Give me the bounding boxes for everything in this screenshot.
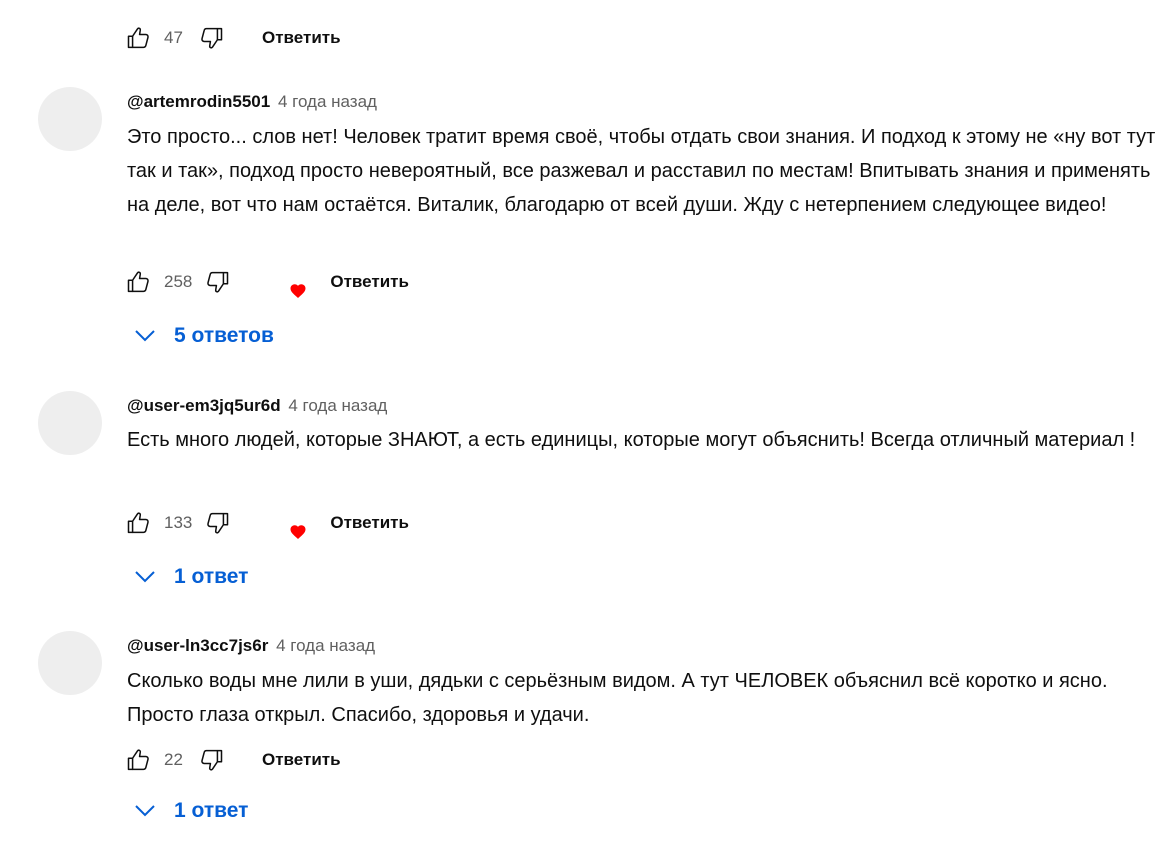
like-button[interactable] [124, 267, 154, 297]
replies-count-label: 1 ответ [174, 799, 249, 822]
replies-count-label: 1 ответ [174, 565, 249, 588]
comment-author[interactable]: @artemrodin5501 [127, 92, 270, 111]
avatar[interactable] [38, 87, 102, 151]
comment-toolbar: 47 Ответить [124, 23, 341, 53]
comment-toolbar: 258 Ответить [124, 267, 409, 297]
dislike-button[interactable] [202, 267, 232, 297]
dislike-button[interactable] [196, 745, 226, 775]
like-button[interactable] [124, 745, 154, 775]
like-button[interactable] [124, 508, 154, 538]
heart-icon [290, 525, 306, 539]
heart-icon [290, 284, 306, 298]
like-count: 133 [164, 513, 193, 532]
like-count: 47 [164, 28, 183, 47]
reply-button[interactable]: Ответить [262, 28, 341, 48]
creator-heart [287, 280, 309, 302]
dislike-button[interactable] [202, 508, 232, 538]
comment-text: Это просто... слов нет! Человек тратит в… [127, 126, 1156, 216]
thumb-up-icon [127, 27, 149, 49]
comment-text: Сколько воды мне лили в уши, дядьки с се… [127, 670, 1108, 726]
dislike-button[interactable] [196, 23, 226, 53]
thumb-down-icon [201, 27, 223, 49]
comment-author[interactable]: @user-ln3cc7js6r [127, 636, 268, 655]
comment-author[interactable]: @user-em3jq5ur6d [127, 396, 281, 415]
like-button[interactable] [124, 23, 154, 53]
comment-header: @user-ln3cc7js6r 4 года назад [127, 636, 375, 656]
reply-button[interactable]: Ответить [330, 272, 409, 292]
reply-button[interactable]: Ответить [262, 750, 341, 770]
avatar[interactable] [38, 631, 102, 695]
comment-toolbar: 22 Ответить [124, 745, 341, 775]
like-count: 22 [164, 750, 183, 769]
comment-text: Есть много людей, которые ЗНАЮТ, а есть … [127, 429, 1136, 451]
comment-header: @artemrodin5501 4 года назад [127, 92, 377, 112]
replies-count-label: 5 ответов [174, 324, 274, 347]
reply-button[interactable]: Ответить [330, 513, 409, 533]
thumb-down-icon [207, 271, 229, 293]
thumb-down-icon [201, 749, 223, 771]
view-replies-button[interactable]: 1 ответ [134, 799, 248, 823]
like-count: 258 [164, 272, 193, 291]
chevron-down-icon [134, 325, 156, 347]
avatar[interactable] [38, 391, 102, 455]
thumb-up-icon [127, 749, 149, 771]
thumb-down-icon [207, 512, 229, 534]
comment-header: @user-em3jq5ur6d 4 года назад [127, 396, 387, 416]
creator-heart [287, 521, 309, 543]
comment-timestamp[interactable]: 4 года назад [278, 92, 377, 111]
comment-timestamp[interactable]: 4 года назад [288, 396, 387, 415]
chevron-down-icon [134, 566, 156, 588]
comment-toolbar: 133 Ответить [124, 508, 409, 538]
chevron-down-icon [134, 800, 156, 822]
comment-timestamp[interactable]: 4 года назад [276, 636, 375, 655]
view-replies-button[interactable]: 1 ответ [134, 565, 248, 589]
view-replies-button[interactable]: 5 ответов [134, 324, 274, 348]
thumb-up-icon [127, 271, 149, 293]
thumb-up-icon [127, 512, 149, 534]
